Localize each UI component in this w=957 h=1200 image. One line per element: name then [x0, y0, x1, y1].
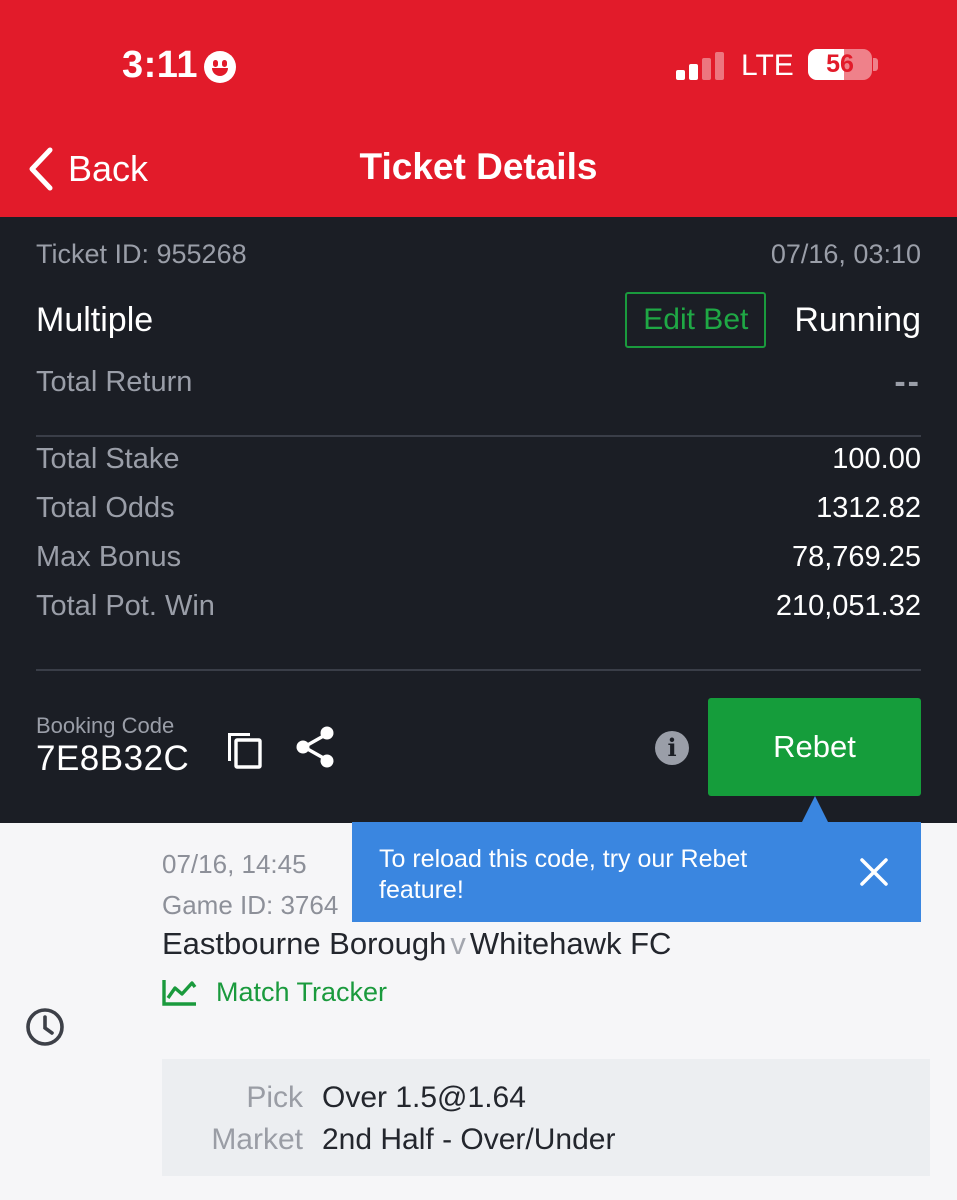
match-tracker-link[interactable]: Match Tracker: [162, 975, 387, 1009]
battery-icon: 56: [808, 49, 872, 80]
stat-row-stake: Total Stake 100.00: [36, 443, 921, 476]
stat-label: Total Stake: [36, 443, 180, 475]
battery-level: 56: [826, 50, 854, 78]
stat-label: Max Bonus: [36, 541, 182, 573]
ticket-datetime: 07/16, 03:10: [770, 239, 921, 269]
ticket-summary-panel: Ticket ID: 955268 07/16, 03:10 Multiple …: [0, 217, 957, 823]
away-team: Whitehawk FC: [469, 926, 672, 961]
match-tracker-label: Match Tracker: [216, 976, 388, 1007]
stat-row-odds: Total Odds 1312.82: [36, 492, 921, 525]
stat-value: 78,769.25: [791, 541, 921, 573]
total-return-value: --: [894, 363, 921, 401]
info-icon[interactable]: i: [655, 731, 689, 765]
page-title: Ticket Details: [359, 146, 598, 187]
home-team: Eastbourne Borough: [162, 926, 447, 961]
edit-bet-button[interactable]: Edit Bet: [625, 292, 767, 348]
stat-value: 1312.82: [816, 492, 921, 524]
copy-icon[interactable]: [222, 727, 266, 771]
ticket-id: Ticket ID: 955268: [36, 239, 247, 269]
booking-code: 7E8B32C: [36, 739, 190, 778]
bet-type: Multiple: [36, 300, 154, 339]
pick-value: Over 1.5@1.64: [322, 1081, 526, 1114]
smiley-icon: [204, 51, 236, 83]
divider: [36, 435, 921, 437]
bet-type-row: Multiple Edit Bet Running: [36, 292, 921, 348]
bet-status: Running: [794, 300, 921, 339]
divider: [36, 669, 921, 671]
stat-row-bonus: Max Bonus 78,769.25: [36, 541, 921, 574]
status-time: 3:11: [122, 44, 198, 86]
bet-actions: Edit Bet Running: [625, 292, 921, 348]
network-label: LTE: [741, 49, 794, 82]
clock-icon: [26, 1008, 64, 1046]
stat-row-potwin: Total Pot. Win 210,051.32: [36, 590, 921, 623]
booking-code-label: Booking Code: [36, 713, 175, 738]
signal-icon: [676, 52, 726, 80]
tooltip-arrow: [801, 796, 829, 824]
game-id: Game ID: 3764: [162, 890, 339, 920]
stat-label: Total Pot. Win: [36, 590, 215, 622]
battery-tip: [873, 58, 878, 71]
match-teams: Eastbourne Borough v Whitehawk FC: [162, 926, 671, 962]
total-return-row: Total Return --: [36, 363, 921, 402]
rebet-tooltip: To reload this code, try our Rebet featu…: [352, 822, 921, 922]
pick-label: Pick: [246, 1081, 303, 1114]
stat-label: Total Odds: [36, 492, 175, 524]
selection-details: Pick Over 1.5@1.64 Market 2nd Half - Ove…: [162, 1059, 930, 1176]
header-bar: 3:11 LTE 56 Back Ticket Details: [0, 0, 957, 217]
market-label: Market: [211, 1123, 303, 1156]
ticket-meta-row: Ticket ID: 955268 07/16, 03:10: [36, 239, 921, 270]
close-icon[interactable]: [858, 856, 890, 888]
rebet-button[interactable]: Rebet: [708, 698, 921, 796]
stat-value: 100.00: [832, 443, 921, 475]
versus-label: v: [450, 926, 466, 961]
tooltip-text: To reload this code, try our Rebet featu…: [379, 845, 748, 904]
stat-value: 210,051.32: [775, 590, 921, 622]
share-icon[interactable]: [294, 725, 338, 769]
market-value: 2nd Half - Over/Under: [322, 1123, 616, 1156]
total-return-label: Total Return: [36, 366, 193, 398]
match-tracker-icon: [162, 980, 197, 1006]
event-datetime: 07/16, 14:45: [162, 849, 307, 879]
